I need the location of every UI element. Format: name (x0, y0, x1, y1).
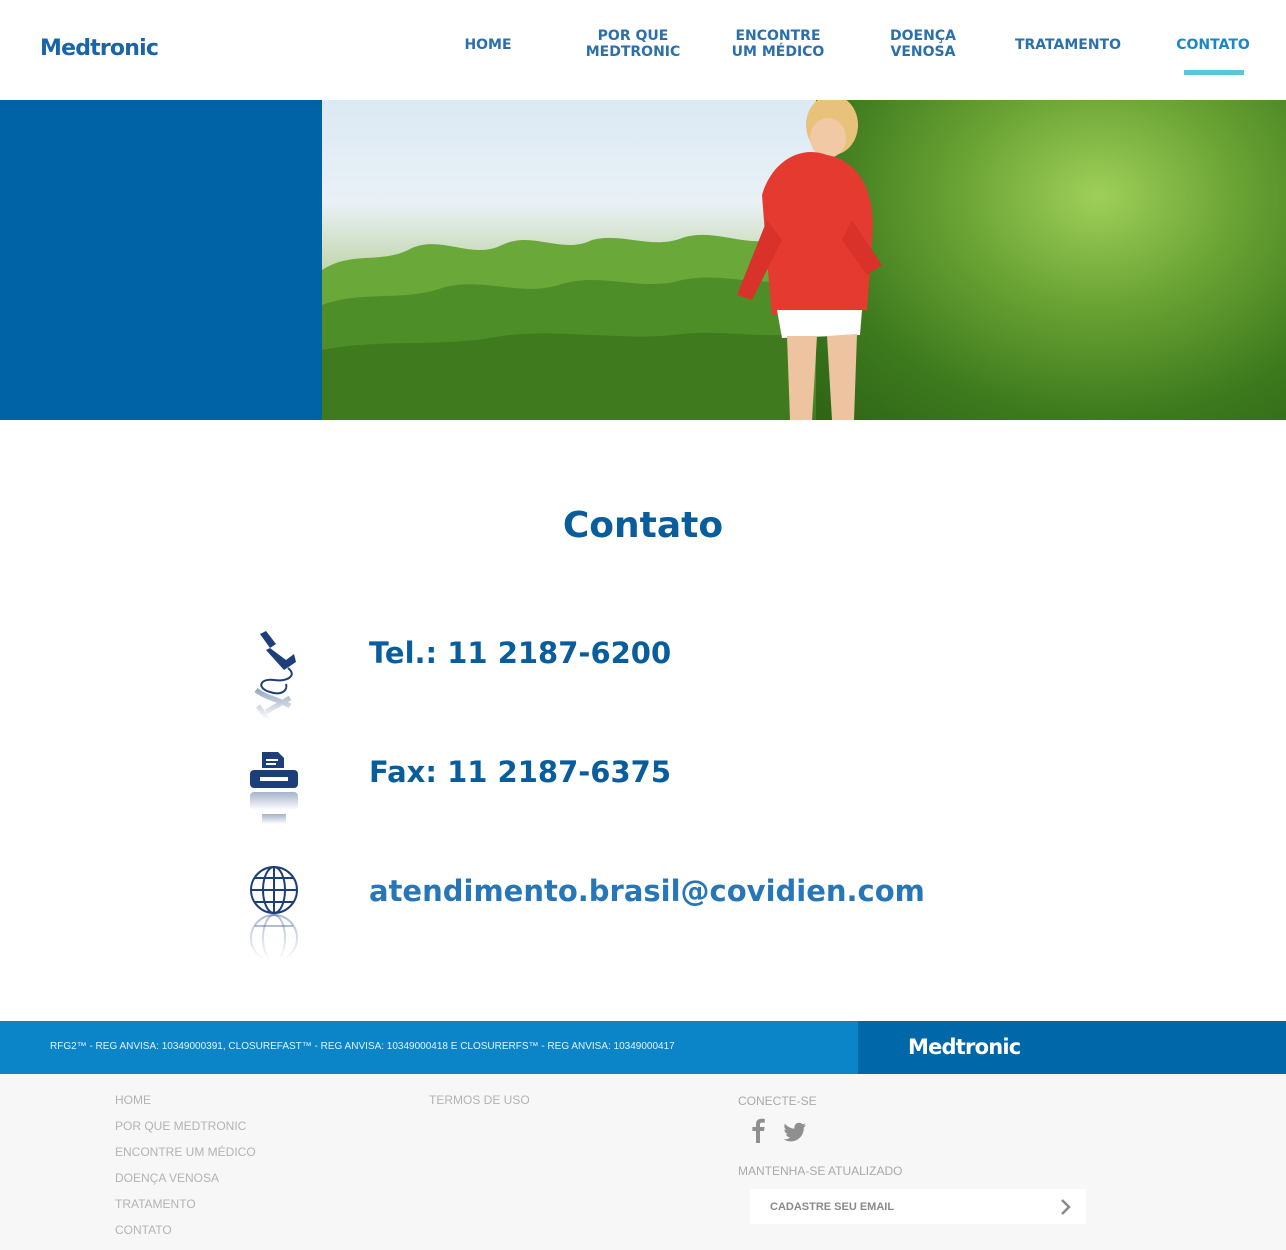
footer-link-tratamento[interactable]: TRATAMENTO (115, 1191, 256, 1217)
nav-label-line2: UM MÉDICO (731, 44, 825, 60)
contact-phone: Tel.: 11 2187-6200 (246, 628, 1046, 728)
newsletter-submit-button[interactable] (1054, 1196, 1076, 1218)
runner-figure (737, 100, 882, 420)
nav-label-line2: MEDTRONIC (585, 44, 681, 60)
nav-item-encontre-um-medico[interactable]: ENCONTRE UM MÉDICO (713, 28, 843, 60)
footer-link-doenca-venosa[interactable]: DOENÇA VENOSA (115, 1165, 256, 1191)
footer-link-por-que-medtronic[interactable]: POR QUE MEDTRONIC (115, 1113, 256, 1139)
hero-blue-panel (0, 100, 322, 420)
nav-item-tratamento[interactable]: TRATAMENTO (1003, 37, 1133, 53)
page-title: Contato (562, 505, 724, 546)
social-links (748, 1117, 818, 1148)
active-nav-indicator (1184, 70, 1244, 75)
chevron-right-icon (1061, 1199, 1071, 1215)
main-nav: HOME POR QUE MEDTRONIC ENCONTRE UM MÉDIC… (0, 0, 1286, 100)
email-link[interactable]: atendimento.brasil@covidien.com (369, 874, 925, 908)
nav-item-por-que-medtronic[interactable]: POR QUE MEDTRONIC (568, 28, 698, 60)
newsletter-email-input[interactable] (750, 1189, 1040, 1224)
footer-link-encontre-um-medico[interactable]: ENCONTRE UM MÉDICO (115, 1139, 256, 1165)
nav-label-line1: DOENÇA (890, 28, 956, 44)
footer-medtronic-logo: Medtronic (908, 1035, 1021, 1059)
contact-fax: Fax: 11 2187-6375 (246, 748, 1046, 848)
nav-item-home[interactable]: HOME (423, 37, 553, 53)
nav-item-doenca-venosa[interactable]: DOENÇA VENOSA (858, 28, 988, 60)
phone-number: Tel.: 11 2187-6200 (369, 636, 672, 670)
contact-email: atendimento.brasil@covidien.com (246, 862, 1046, 962)
nav-label: HOME (464, 37, 512, 53)
regulatory-text: RFG2™ - REG ANVISA: 10349000391, CLOSURE… (50, 1041, 675, 1052)
nav-label: TRATAMENTO (1014, 37, 1122, 53)
footer-link-contato[interactable]: CONTATO (115, 1217, 256, 1243)
fax-number: Fax: 11 2187-6375 (369, 755, 671, 789)
nav-label-line2: VENOSA (890, 44, 956, 60)
regulatory-band: RFG2™ - REG ANVISA: 10349000391, CLOSURE… (0, 1021, 858, 1074)
globe-icon (250, 866, 298, 958)
nav-label: CONTATO (1176, 37, 1250, 53)
nav-label-line1: ENCONTRE (735, 28, 821, 44)
newsletter-heading: MANTENHA-SE ATUALIZADO (738, 1164, 903, 1178)
nav-item-contato[interactable]: CONTATO (1148, 37, 1278, 53)
nav-label-line1: POR QUE (597, 28, 669, 44)
footer-link-home[interactable]: HOME (115, 1087, 256, 1113)
footer-legal-links: TERMOS DE USO (429, 1087, 530, 1113)
fax-icon (250, 752, 298, 824)
footer-logo-band: Medtronic (858, 1021, 1286, 1074)
phone-icon (254, 631, 296, 722)
hero-image (322, 100, 1286, 420)
twitter-icon[interactable] (782, 1119, 808, 1148)
newsletter-form (750, 1189, 1086, 1224)
footer-nav-links: HOME POR QUE MEDTRONIC ENCONTRE UM MÉDIC… (115, 1087, 256, 1243)
site-header: Medtronic HOME POR QUE MEDTRONIC ENCONTR… (0, 0, 1286, 100)
footer-link-termos-de-uso[interactable]: TERMOS DE USO (429, 1087, 530, 1113)
site-footer: HOME POR QUE MEDTRONIC ENCONTRE UM MÉDIC… (0, 1074, 1286, 1250)
facebook-icon[interactable] (748, 1117, 768, 1148)
connect-heading: CONECTE-SE (738, 1094, 817, 1108)
